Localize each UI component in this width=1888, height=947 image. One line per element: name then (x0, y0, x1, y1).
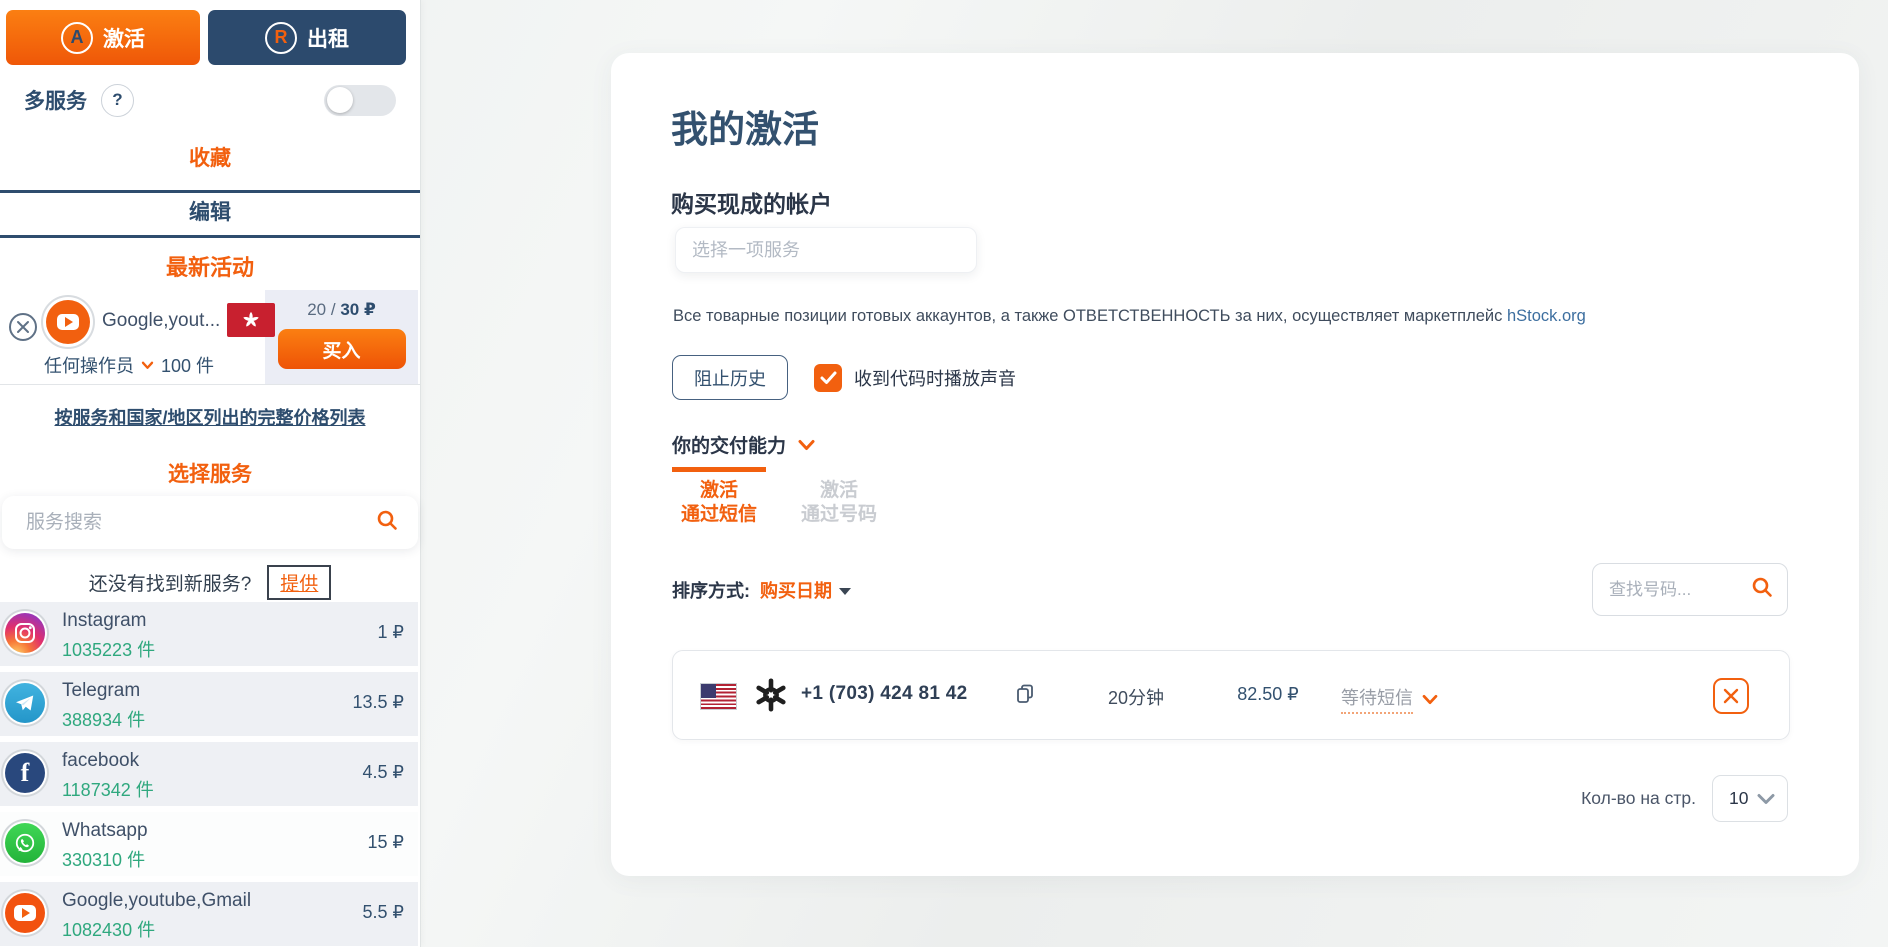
sort-dropdown[interactable]: 购买日期 (760, 577, 851, 603)
service-name: Whatsapp (62, 820, 148, 841)
service-price: 13.5 ₽ (352, 692, 405, 712)
not-found-text: 还没有找到新服务? (88, 573, 252, 595)
remove-favorite-icon[interactable] (8, 312, 38, 347)
united-states-flag-icon (701, 684, 736, 709)
search-icon[interactable] (1751, 576, 1773, 603)
service-price: 4.5 ₽ (362, 762, 404, 782)
per-page-label: Кол-во на стр. (1581, 788, 1696, 808)
whatsapp-icon (5, 823, 45, 863)
delivery-ability-label: 你的交付能力 (672, 436, 787, 457)
chevron-down-icon (1757, 793, 1775, 804)
operator-dropdown[interactable]: 任何操作员 100 件 (44, 352, 214, 378)
chevron-down-icon (1422, 694, 1438, 704)
multiservice-label: 多服务 (24, 90, 87, 113)
time-remaining: 20分钟 (1107, 688, 1165, 708)
activation-tab-button[interactable]: A 激活 (6, 10, 200, 65)
help-icon[interactable]: ? (101, 83, 134, 117)
facebook-icon: f (5, 753, 45, 793)
service-name: facebook (62, 750, 140, 771)
favorite-quantity: 100 件 (161, 356, 215, 376)
rent-tab-label: 出租 (307, 27, 349, 51)
sidebar-tab-edit[interactable]: 编辑 (0, 196, 420, 238)
divider (0, 384, 420, 385)
service-count: 330310 件 (62, 850, 146, 870)
cancel-activation-button[interactable] (1713, 678, 1749, 714)
telegram-icon (5, 683, 45, 723)
service-price: 15 ₽ (367, 832, 404, 852)
status-dropdown[interactable]: 等待短信 (1341, 684, 1438, 714)
hstock-link[interactable]: hStock.org (1507, 307, 1586, 325)
service-count: 1035223 件 (62, 640, 156, 660)
service-search-box (2, 496, 418, 549)
toggle-knob (327, 87, 353, 113)
instagram-icon (5, 613, 45, 653)
tab-activation-by-number[interactable]: 激活 通过号码 (792, 467, 886, 527)
service-row-telegram[interactable]: Telegram 388934 件 13.5 ₽ (0, 672, 418, 736)
per-page-select[interactable]: 10 (1712, 775, 1788, 822)
delivery-ability-dropdown[interactable]: 你的交付能力 (672, 431, 815, 458)
chevron-down-icon (141, 361, 154, 369)
activation-logo-icon: A (61, 21, 93, 54)
find-number-input[interactable] (1593, 579, 1751, 600)
favorite-service-name[interactable]: Google,yout... (102, 310, 220, 332)
sound-checkbox-row[interactable]: 收到代码时播放声音 (814, 363, 1016, 392)
phone-number: +1 (703) 424 81 42 (801, 683, 968, 704)
service-price: 5.5 ₽ (362, 902, 404, 922)
sort-label: 排序方式: (672, 581, 750, 601)
triangle-down-icon (839, 587, 851, 595)
service-select-input[interactable] (675, 227, 977, 273)
service-price: 1 ₽ (377, 622, 404, 642)
sort-row: 排序方式: 购买日期 (672, 577, 851, 603)
service-name: Telegram (62, 680, 141, 701)
sound-checkbox-label: 收到代码时播放声音 (854, 368, 1016, 389)
find-number-box (1592, 563, 1788, 616)
service-row-instagram[interactable]: Instagram 1035223 件 1 ₽ (0, 602, 418, 666)
service-name: Google,youtube,Gmail (62, 890, 252, 911)
page-title: 我的激活 (671, 109, 819, 150)
service-count: 388934 件 (62, 710, 146, 730)
buy-accounts-heading: 购买现成的帐户 (671, 191, 832, 217)
chevron-down-icon (798, 439, 815, 450)
status-label: 等待短信 (1341, 684, 1413, 714)
service-name: Instagram (62, 610, 147, 631)
multiservice-row: 多服务 ? (24, 82, 396, 118)
sidebar-tab-favorites[interactable]: 收藏 (0, 142, 420, 193)
activation-row: +1 (703) 424 81 42 20分钟 82.50 ₽ 等待短信 (672, 650, 1790, 740)
per-page-row: Кол-во на стр. 10 (611, 775, 1788, 822)
service-search-input[interactable] (2, 511, 376, 534)
offer-service-link[interactable]: 提供 (267, 564, 332, 600)
checkbox-checked-icon[interactable] (814, 363, 842, 392)
full-price-list-link[interactable]: 按服务和国家/地区列出的完整价格列表 (0, 404, 420, 430)
hong-kong-flag-icon (227, 303, 275, 342)
favorite-service-row: 20 / 30 ₽ 买入 Google,yout... 任何操作员 100 件 (0, 288, 420, 385)
buy-button[interactable]: 买入 (277, 329, 406, 369)
activation-price: 82.50 ₽ (1237, 684, 1299, 704)
my-activations-panel: 我的激活 购买现成的帐户 Все товарные позиции готовы… (611, 53, 1859, 876)
service-row-google[interactable]: Google,youtube,Gmail 1082430 件 5.5 ₽ (0, 882, 418, 946)
search-icon[interactable] (376, 509, 398, 536)
tab-activation-by-sms[interactable]: 激活 通过短信 (672, 467, 766, 527)
service-row-whatsapp[interactable]: Whatsapp 330310 件 15 ₽ (0, 812, 418, 876)
multiservice-toggle[interactable] (324, 84, 396, 116)
rent-logo-icon: R (265, 21, 297, 54)
service-row-facebook[interactable]: f facebook 1187342 件 4.5 ₽ (0, 742, 418, 806)
copy-icon[interactable] (1015, 683, 1035, 710)
recent-activity-heading: 最新活动 (165, 255, 254, 280)
service-count: 1187342 件 (62, 780, 154, 800)
youtube-icon (46, 300, 90, 344)
favorite-price: 20 / 30 ₽ (307, 300, 376, 319)
block-history-button[interactable]: 阻止历史 (672, 355, 788, 400)
activation-type-tabs: 激活 通过短信 激活 通过号码 (672, 467, 886, 527)
openai-icon (753, 677, 789, 718)
rent-tab-button[interactable]: R 出租 (208, 10, 406, 65)
marketplace-note: Все товарные позиции готовых аккаунтов, … (673, 307, 1586, 325)
activation-tab-label: 激活 (103, 27, 145, 51)
favorite-price-cell: 20 / 30 ₽ 买入 (265, 290, 418, 385)
operator-label: 任何操作员 (44, 356, 134, 376)
service-count: 1082430 件 (62, 920, 156, 940)
not-found-row: 还没有找到新服务? 提供 (0, 562, 420, 602)
choose-service-heading: 选择服务 (168, 463, 252, 486)
youtube-icon (5, 893, 45, 933)
sidebar: A 激活 R 出租 多服务 ? 收藏 编辑 最新活动 20 / 30 ₽ 买入 … (0, 0, 420, 947)
